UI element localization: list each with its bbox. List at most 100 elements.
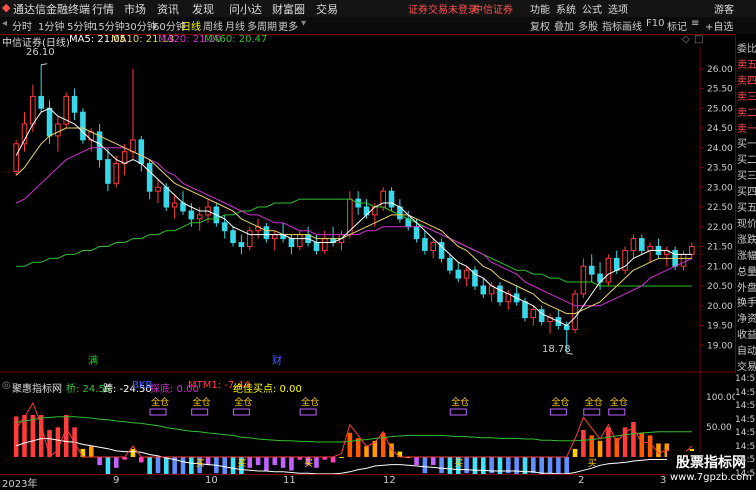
candle-body bbox=[572, 293, 578, 330]
indicator-bar bbox=[531, 457, 536, 474]
quote-panel-label: 收益 bbox=[737, 330, 756, 342]
menu-item-formula[interactable]: 公式 bbox=[582, 1, 602, 16]
candles bbox=[13, 64, 695, 354]
indicator-bar bbox=[55, 427, 61, 457]
candle-body bbox=[689, 246, 695, 255]
candle-body bbox=[221, 222, 228, 232]
candle-body bbox=[313, 242, 320, 251]
app-logo-icon: ◆ bbox=[2, 1, 11, 14]
indicator-bar bbox=[280, 457, 286, 468]
menu-item-trade[interactable]: 交易 bbox=[316, 1, 338, 17]
tab-period[interactable]: 月线 bbox=[225, 18, 245, 33]
indicator-bar bbox=[88, 446, 94, 457]
restore-rights-button[interactable]: 复权 bbox=[530, 18, 550, 33]
candle-body bbox=[322, 238, 328, 251]
indicator-bar bbox=[589, 435, 595, 457]
sub-tick-label: 100.00 bbox=[706, 393, 735, 403]
candle-body bbox=[455, 269, 462, 279]
menu-item-functions[interactable]: 功能 bbox=[530, 1, 550, 16]
indicator-bar bbox=[189, 457, 194, 474]
app-title: 通达信金融终端 bbox=[13, 3, 90, 16]
tab-period[interactable]: 5分钟 bbox=[67, 18, 93, 33]
tab-period[interactable]: 周线 bbox=[203, 18, 223, 33]
add-watchlist-button[interactable]: +自选 bbox=[705, 18, 733, 33]
quote-panel-label: 换手 bbox=[737, 298, 756, 310]
menu-item-discover[interactable]: 发现 bbox=[192, 1, 214, 17]
broker-name[interactable]: 中信证券 bbox=[473, 1, 513, 16]
candle-body bbox=[638, 238, 645, 251]
tab-period[interactable]: 1分钟 bbox=[38, 18, 64, 33]
multi-stock-button[interactable]: 多股 bbox=[578, 18, 598, 33]
quote-panel-label: 卖二 bbox=[737, 107, 756, 119]
sub-settings-icon[interactable]: ◎ bbox=[2, 380, 11, 391]
menu-arrow-icon[interactable]: ◂ bbox=[2, 18, 7, 29]
indicator-bar bbox=[80, 448, 86, 457]
indicator-bar bbox=[472, 457, 478, 474]
guest-label[interactable]: 游客 bbox=[714, 1, 734, 16]
indicator-button[interactable]: 指标 bbox=[602, 18, 622, 33]
signal-box bbox=[299, 408, 317, 416]
f10-button[interactable]: F10 bbox=[646, 18, 664, 29]
indicator-bar bbox=[539, 457, 544, 474]
menu-item-options[interactable]: 选项 bbox=[608, 1, 628, 16]
chevron-down-icon[interactable]: ▾ bbox=[301, 18, 306, 29]
hamburger-icon[interactable]: ≡ bbox=[691, 18, 699, 29]
candle-body bbox=[605, 257, 612, 283]
menu-item-market[interactable]: 市场 bbox=[124, 1, 146, 17]
indicator-bar bbox=[47, 430, 52, 457]
candle-body bbox=[296, 234, 303, 247]
candle-body bbox=[71, 95, 78, 113]
candle-body bbox=[463, 269, 470, 279]
tab-period-daily[interactable]: 日线 bbox=[181, 18, 201, 33]
buy-marker: 买 bbox=[588, 458, 597, 469]
close-icon[interactable]: □ bbox=[694, 34, 703, 45]
sub-tick-label: 50.00 bbox=[706, 423, 732, 433]
date-label: 2023年 bbox=[2, 479, 38, 490]
indicator-bar bbox=[572, 448, 578, 457]
tab-period[interactable]: 多周期 bbox=[247, 18, 277, 33]
menu-item-quotes[interactable]: 行情 bbox=[92, 1, 114, 17]
full-position-marker: 全仓 bbox=[193, 396, 211, 408]
menu-item-ask[interactable]: 问小达 bbox=[229, 1, 262, 17]
draw-line-button[interactable]: 画线 bbox=[622, 18, 642, 33]
quote-panel-label: 买二 bbox=[737, 155, 756, 167]
buy-marker: 买 bbox=[237, 458, 246, 469]
indicator-bar bbox=[230, 457, 236, 474]
quote-panel-label: 交易 bbox=[737, 362, 756, 373]
candle-body bbox=[630, 238, 637, 251]
candle-body bbox=[263, 226, 270, 240]
signal-box bbox=[191, 408, 209, 416]
tab-period[interactable]: 分时 bbox=[12, 18, 32, 33]
time-label: 14:50 bbox=[735, 387, 756, 398]
quote-panel-label: 净资 bbox=[737, 314, 756, 326]
menu-item-news[interactable]: 资讯 bbox=[157, 1, 179, 17]
tab-period-more[interactable]: 更多 bbox=[278, 18, 298, 33]
time-label: 14:50 bbox=[735, 468, 756, 479]
login-notice[interactable]: 证券交易未登录 bbox=[408, 1, 478, 16]
menu-item-wealth[interactable]: 财富圈 bbox=[272, 1, 305, 17]
settings-icon[interactable]: ◇ bbox=[682, 34, 690, 45]
price-tick-label: 25.50 bbox=[707, 85, 733, 95]
candle-body bbox=[121, 151, 128, 165]
tab-period[interactable]: 15分钟 bbox=[92, 18, 125, 33]
quote-panel-label: 卖四 bbox=[737, 75, 756, 87]
ma-lines bbox=[15, 63, 693, 355]
ma60-value: MA60: 20.47 bbox=[204, 34, 268, 45]
quote-panel-label: 买五 bbox=[737, 203, 756, 214]
quote-panel-label: 自动 bbox=[737, 346, 756, 358]
time-label: 14:50 bbox=[735, 441, 756, 452]
signal-box bbox=[149, 408, 167, 416]
tab-period[interactable]: 30分钟 bbox=[124, 18, 157, 33]
indicator-bar bbox=[547, 457, 553, 474]
indicator-bar bbox=[255, 457, 261, 466]
kline-chart[interactable]: 26.00 25.50 25.00 24.50 24.00 23.50 23.00 22.50… bbox=[0, 47, 735, 474]
quote-side-panel: 委比 卖五 卖四 卖三 卖二 卖一 买一 买二 买三 买四 买五 现价 涨跌 涨幅 总量 外盘 换手 净资 收益 自动… bbox=[735, 34, 756, 374]
menu-item-system[interactable]: 系统 bbox=[556, 1, 576, 16]
indicator-bar bbox=[564, 457, 570, 474]
overlay-button[interactable]: 叠加 bbox=[554, 18, 574, 33]
indicator-bar bbox=[339, 457, 344, 458]
candle-body bbox=[13, 143, 19, 172]
signal-box bbox=[608, 408, 626, 416]
mark-button[interactable]: 标记 bbox=[667, 18, 687, 33]
indicator-bar bbox=[464, 457, 469, 474]
